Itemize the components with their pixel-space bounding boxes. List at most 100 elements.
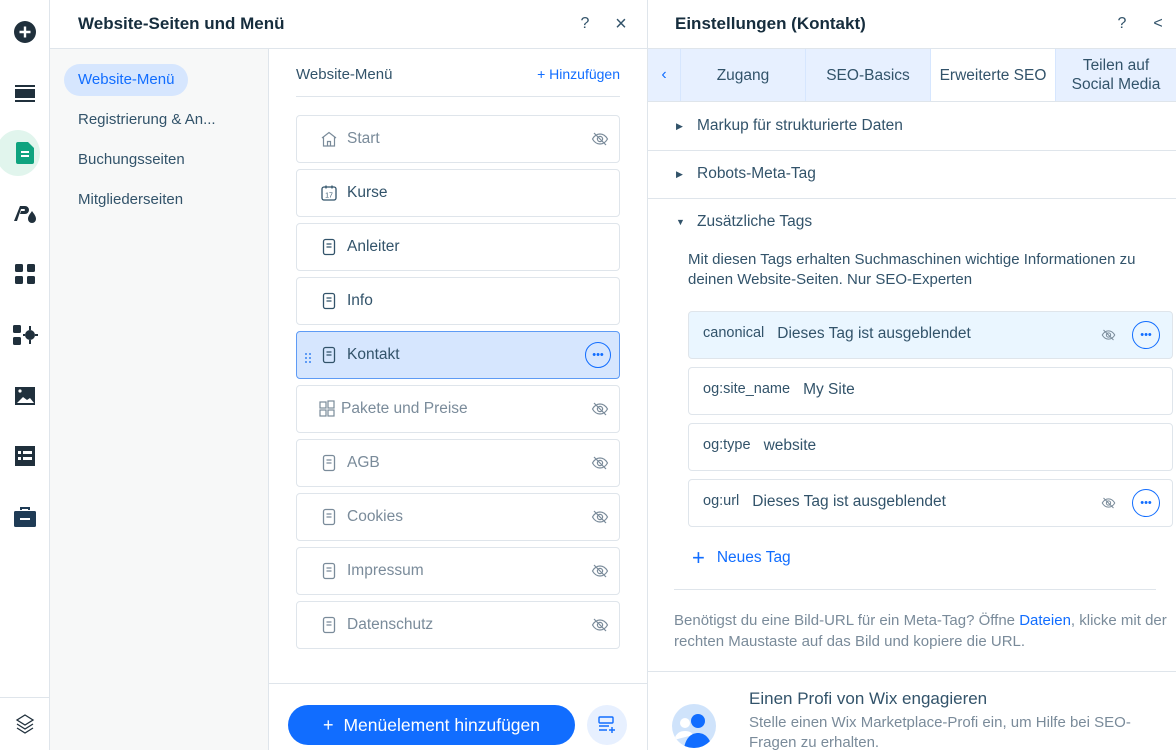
hire-pro-title[interactable]: Einen Profi von Wix engagieren (749, 689, 987, 709)
menu-item-label: AGB (347, 454, 380, 471)
menu-header: Website-Menü + Hinzufügen (296, 66, 620, 97)
tabs-scroll-left-icon[interactable]: ‹ (648, 49, 681, 101)
add-circle-icon (14, 21, 36, 43)
design-button[interactable] (0, 194, 50, 234)
editor-window: Website-Seiten und Menü ? × Website-Menü… (0, 0, 1176, 750)
tab-seo-basics[interactable]: SEO-Basics (806, 49, 931, 101)
hidden-eye-icon[interactable] (1101, 329, 1116, 341)
page-settings-panel: Einstellungen (Kontakt) ? < ‹ Zugang SEO… (648, 0, 1176, 750)
tab-social-share[interactable]: Teilen auf Social Media (1056, 49, 1176, 101)
more-actions-button[interactable]: ••• (585, 342, 611, 368)
website-menu-column: Website-Menü + Hinzufügen Start 17 Kurse An… (269, 49, 648, 750)
settings-tabs: ‹ Zugang SEO-Basics Erweiterte SEO Teile… (648, 49, 1176, 102)
menu-item[interactable]: AGB (296, 439, 620, 487)
hidden-eye-icon[interactable] (591, 510, 611, 524)
menu-item-label: Start (347, 130, 380, 147)
custom-tag-row[interactable]: og:site_name My Site (688, 367, 1173, 415)
section-structured-data[interactable]: ▶ Markup für strukturierte Daten (648, 102, 1176, 151)
add-menu-item-button[interactable]: + Menüelement hinzufügen (288, 705, 575, 745)
custom-tags-list: canonical Dieses Tag ist ausgeblendet ••• o… (688, 311, 1173, 535)
more-actions-button[interactable]: ••• (1132, 489, 1160, 517)
hidden-eye-icon[interactable] (591, 618, 611, 632)
section-robots-meta[interactable]: ▶ Robots-Meta-Tag (648, 150, 1176, 199)
caret-right-icon: ▶ (676, 120, 683, 131)
page-icon (319, 454, 339, 472)
add-menu-item-label: Menüelement hinzufügen (343, 714, 541, 735)
page-icon (319, 508, 339, 526)
custom-tag-row[interactable]: canonical Dieses Tag ist ausgeblendet ••• (688, 311, 1173, 359)
hidden-eye-icon[interactable] (591, 132, 611, 146)
sections-button[interactable] (0, 73, 50, 113)
files-link[interactable]: Dateien (1019, 612, 1071, 629)
menu-item-label: Datenschutz (347, 616, 434, 633)
menu-items-list: Start 17 Kurse Anleiter Info Kontakt ••• Pakete… (296, 115, 620, 655)
pages-button[interactable] (0, 130, 50, 176)
add-elements-button[interactable] (0, 12, 50, 52)
menu-item-label: Pakete und Preise (341, 400, 468, 417)
menu-item[interactable]: Pakete und Preise (296, 385, 620, 433)
tag-value: My Site (803, 381, 855, 398)
tab-advanced-seo[interactable]: Erweiterte SEO (931, 49, 1056, 101)
nav-item-booking-pages[interactable]: Buchungsseiten (64, 144, 199, 176)
hidden-eye-icon[interactable] (591, 564, 611, 578)
tab-access[interactable]: Zugang (681, 49, 806, 101)
pages-panel-header: Website-Seiten und Menü ? × (50, 0, 647, 49)
hidden-eye-icon[interactable] (591, 402, 611, 416)
section-additional-tags[interactable]: ▼ Zusätzliche Tags (648, 198, 1176, 246)
tag-key: og:url (703, 493, 740, 509)
settings-title: Einstellungen (Kontakt) (675, 14, 866, 33)
section-label: Robots-Meta-Tag (697, 165, 816, 182)
pages-and-menu-panel: Website-Seiten und Menü ? × Website-Menü… (50, 0, 648, 750)
menu-item[interactable]: 17 Kurse (296, 169, 620, 217)
nav-item-registration[interactable]: Registrierung & An... (64, 104, 230, 136)
hidden-eye-icon[interactable] (591, 456, 611, 470)
layers-button[interactable] (0, 697, 50, 750)
add-submenu-button[interactable] (587, 705, 627, 745)
nav-item-website-menu[interactable]: Website-Menü (64, 64, 189, 96)
svg-text:17: 17 (325, 193, 333, 200)
add-menu-link[interactable]: + Hinzufügen (537, 66, 620, 96)
apps-button[interactable] (0, 254, 50, 294)
menu-item[interactable]: Impressum (296, 547, 620, 595)
media-button[interactable] (0, 376, 50, 416)
portfolio-briefcase-icon (14, 507, 36, 527)
menu-item[interactable]: Cookies (296, 493, 620, 541)
menu-item[interactable]: Datenschutz (296, 601, 620, 649)
page-icon (319, 292, 339, 310)
close-icon[interactable]: × (603, 13, 639, 36)
menu-item[interactable]: Anleiter (296, 223, 620, 271)
more-actions-button[interactable]: ••• (1132, 321, 1160, 349)
business-apps-icon (13, 325, 38, 345)
section-label: Markup für strukturierte Daten (697, 117, 903, 134)
layers-icon (15, 714, 35, 734)
help-icon[interactable]: ? (1104, 15, 1140, 33)
design-theme-icon (14, 206, 36, 223)
cms-button[interactable] (0, 436, 50, 476)
custom-tag-row[interactable]: og:type website (688, 423, 1173, 471)
pages-panel-title: Website-Seiten und Menü (78, 14, 285, 33)
menu-item[interactable]: Info (296, 277, 620, 325)
tag-key: canonical (703, 325, 765, 341)
business-apps-button[interactable] (0, 315, 50, 355)
custom-tag-row[interactable]: og:url Dieses Tag ist ausgeblendet ••• (688, 479, 1173, 527)
home-icon (319, 131, 339, 147)
portfolio-button[interactable] (0, 497, 50, 537)
page-icon (319, 238, 339, 256)
hire-pro-description: Stelle einen Wix Marketplace-Profi ein, … (749, 714, 1131, 750)
hint-text: Benötigst du eine Bild-URL für ein Meta-… (674, 612, 1020, 629)
caret-down-icon: ▼ (676, 217, 685, 227)
collapse-chevron-icon[interactable]: < (1140, 15, 1176, 33)
pages-side-nav: Website-Menü Registrierung & An... Buchu… (50, 49, 269, 750)
apps-grid-icon (15, 264, 35, 284)
new-tag-button[interactable]: + Neues Tag (692, 545, 791, 571)
settings-header: Einstellungen (Kontakt) ? < (648, 0, 1176, 49)
drag-handle-icon[interactable] (305, 350, 311, 368)
tag-key: og:site_name (703, 381, 791, 397)
hidden-eye-icon[interactable] (1101, 497, 1116, 509)
left-toolbar (0, 0, 50, 750)
help-icon[interactable]: ? (567, 15, 603, 33)
menu-item[interactable]: Start (296, 115, 620, 163)
nav-item-member-pages[interactable]: Mitgliederseiten (64, 184, 197, 216)
menu-item[interactable]: Kontakt ••• (296, 331, 620, 379)
calendar-icon: 17 (319, 184, 339, 202)
